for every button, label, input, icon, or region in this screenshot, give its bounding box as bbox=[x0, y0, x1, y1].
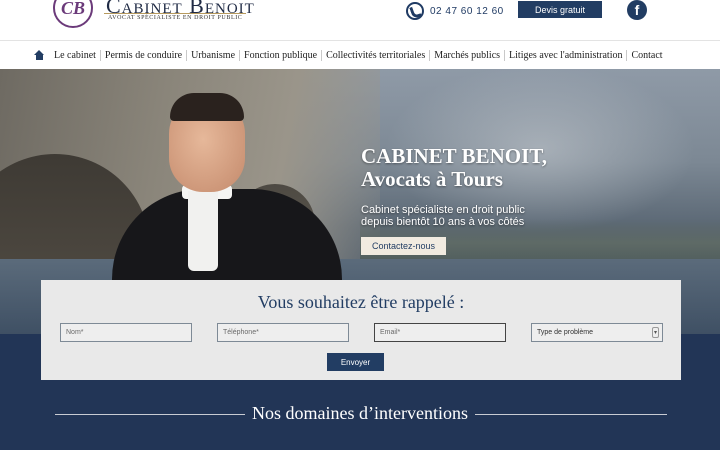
phone-number[interactable]: 02 47 60 12 60 bbox=[430, 6, 504, 17]
nav-item-le-cabinet[interactable]: Le cabinet bbox=[50, 50, 100, 61]
logo-divider bbox=[104, 13, 246, 14]
devis-gratuit-button[interactable]: Devis gratuit bbox=[518, 1, 602, 18]
problem-type-select[interactable]: Type de problème ▾ bbox=[531, 323, 663, 342]
facebook-icon[interactable]: f bbox=[627, 0, 647, 20]
hero-title-line2: Avocats à Tours bbox=[361, 167, 503, 191]
nav-item-litiges-administration[interactable]: Litiges avec l'administration bbox=[504, 49, 626, 61]
chevron-down-icon: ▾ bbox=[652, 327, 659, 338]
email-field[interactable]: Email* bbox=[374, 323, 506, 342]
hero-subtitle: Cabinet spécialiste en droit public depu… bbox=[361, 204, 525, 228]
home-icon[interactable] bbox=[34, 50, 45, 60]
contact-us-button[interactable]: Contactez-nous bbox=[361, 237, 446, 255]
problem-type-selected: Type de problème bbox=[537, 329, 594, 336]
lawyer-hair bbox=[170, 93, 244, 121]
lawyer-jabot bbox=[188, 191, 218, 271]
nav-item-permis-de-conduire[interactable]: Permis de conduire bbox=[99, 49, 186, 61]
name-field-placeholder: Nom* bbox=[66, 329, 84, 336]
phone-icon bbox=[406, 2, 424, 20]
domains-title: Nos domaines d’interventions bbox=[252, 403, 468, 423]
phone-field[interactable]: Téléphone* bbox=[217, 323, 349, 342]
nav-item-collectivites-territoriales[interactable]: Collectivités territoriales bbox=[321, 49, 429, 61]
main-nav: Le cabinet Permis de conduire Urbanisme … bbox=[0, 40, 720, 69]
hero-title-line1: CABINET BENOIT, bbox=[361, 144, 547, 168]
hero-subtitle-line2: depuis bientôt 10 ans à vos côtés bbox=[361, 216, 525, 228]
nav-item-contact[interactable]: Contact bbox=[626, 49, 666, 61]
hero-subtitle-line1: Cabinet spécialiste en droit public bbox=[361, 204, 525, 216]
nav-item-marches-publics[interactable]: Marchés publics bbox=[429, 49, 504, 61]
send-button[interactable]: Envoyer bbox=[327, 353, 384, 371]
nav-item-urbanisme[interactable]: Urbanisme bbox=[186, 49, 239, 61]
callback-form-title: Vous souhaitez être rappelé : bbox=[257, 292, 465, 312]
callback-form: Vous souhaitez être rappelé : Nom* Télép… bbox=[41, 280, 681, 380]
phone-field-placeholder: Téléphone* bbox=[223, 329, 259, 336]
email-field-placeholder: Email* bbox=[380, 329, 401, 336]
name-field[interactable]: Nom* bbox=[60, 323, 192, 342]
hero-title: CABINET BENOIT, Avocats à Tours bbox=[361, 145, 547, 191]
logo-monogram-text: CB bbox=[60, 0, 85, 18]
site-header: CB Cabinet Benoit AVOCAT SPÉCIALISTE EN … bbox=[0, 0, 720, 40]
logo-monogram[interactable]: CB bbox=[53, 0, 93, 28]
nav-item-fonction-publique[interactable]: Fonction publique bbox=[239, 49, 321, 61]
logo-tagline: AVOCAT SPÉCIALISTE EN DROIT PUBLIC bbox=[108, 15, 243, 21]
phone-contact[interactable]: 02 47 60 12 60 bbox=[406, 2, 504, 20]
